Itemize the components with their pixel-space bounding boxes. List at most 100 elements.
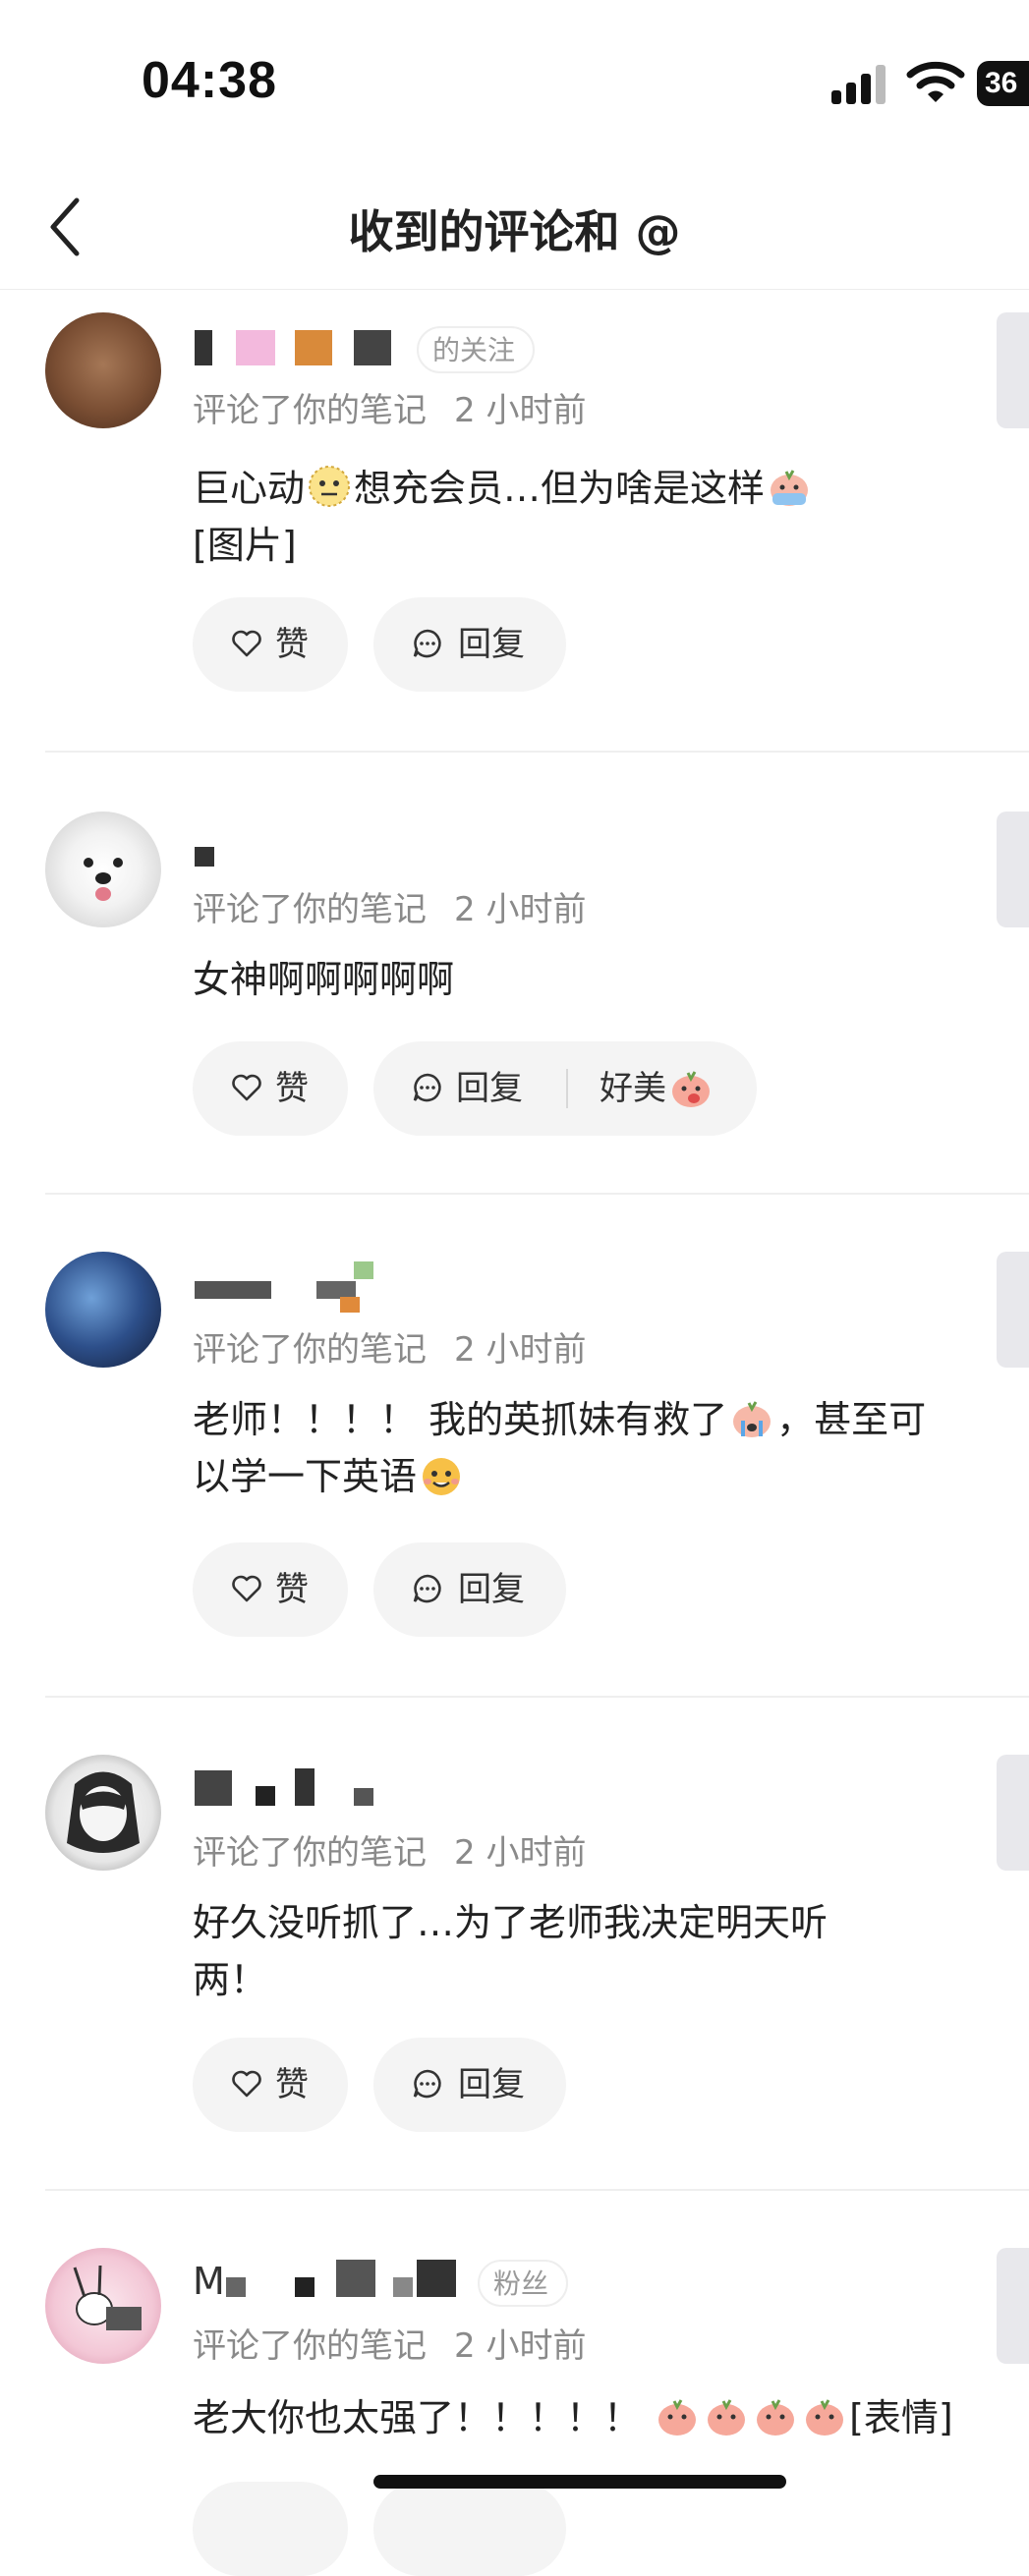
comment-meta: 评论了你的笔记 2 小时前 [193,1833,587,1873]
page-title: 收到的评论和 @ [348,205,681,258]
peach-emoji [658,2399,697,2436]
divider [566,1069,568,1108]
avatar[interactable] [45,812,161,927]
peach-emoji [708,2399,746,2436]
comment-text: 女神啊啊啊啊啊 [193,958,455,1001]
relation-tag: 粉丝 [478,2260,569,2307]
like-button[interactable] [193,2482,348,2576]
note-thumbnail[interactable] [997,312,1029,428]
comment-time: 2 小时前 [454,1833,587,1873]
cellular-signal-icon [831,63,886,104]
comment-text: 老师！！！！ 我的英抓妹有救了 ，甚至可以学一下英语 [193,1391,959,1505]
comment-meta: 评论了你的笔记 2 小时前 [193,1330,587,1370]
divider [45,1696,1029,1698]
meta-action: 评论了你的笔记 [193,391,427,430]
reply-button[interactable] [373,2482,566,2576]
name-pixel [295,2277,314,2297]
peach-emoji [672,1071,710,1107]
like-button[interactable]: 赞 [193,1041,348,1136]
avatar[interactable] [45,1252,161,1368]
comment-time: 2 小时前 [454,1330,587,1370]
divider [45,2189,1029,2191]
name-pixel [195,1281,271,1299]
user-name[interactable] [193,1261,684,1313]
sweat-smile-emoji [423,1458,461,1495]
comment-text: 巨心动 想充会员…但为啥是这样 [图片] [193,460,959,574]
heart-icon [232,1575,261,1602]
comment-time: 2 小时前 [454,2326,587,2366]
name-pixel [417,2260,456,2297]
reply-group: 回复 好美 [373,1041,757,1136]
reply-button[interactable]: 回复 [373,2038,566,2132]
name-pixel [340,1297,360,1313]
relation-tag: 的关注 [417,326,536,373]
chat-bubble-icon [413,2069,441,2099]
peach-emoji [806,2399,844,2436]
divider [45,1193,1029,1195]
avatar[interactable] [45,2248,161,2364]
chat-bubble-icon [413,629,441,658]
name-pixel [393,2277,413,2297]
like-button[interactable]: 赞 [193,597,348,692]
comment-item[interactable]: 评论了你的笔记 2 小时前 女神啊啊啊啊啊 赞 回复 好美 [0,812,1029,1193]
status-bar: 04:38 36 [0,0,1029,157]
name-pixel [295,1768,314,1806]
heart-icon [232,630,261,657]
comment-meta: 评论了你的笔记 2 小时前 [193,890,587,929]
comment-item[interactable]: 评论了你的笔记 2 小时前 老师！！！！ 我的英抓妹有救了 ，甚至可以学一下英语 赞… [0,1252,1029,1694]
nav-bar: 收到的评论和 @ [0,167,1029,290]
chat-bubble-icon [413,1073,441,1102]
name-pixel [354,330,391,365]
comment-time: 2 小时前 [454,890,587,929]
divider [45,751,1029,753]
name-pixel [236,330,275,365]
name-pixel [195,330,212,365]
note-thumbnail[interactable] [997,1755,1029,1871]
status-time: 04:38 [142,52,277,109]
comment-text: 好久没听抓了…为了老师我决定明天听两！ [193,1901,829,2001]
reply-button[interactable]: 回复 [373,597,566,692]
comment-item[interactable]: 评论了你的笔记 2 小时前 好久没听抓了…为了老师我决定明天听两！ 赞 回复 [0,1755,1029,2187]
dog-face-icon [84,858,123,901]
neutral-face-emoji [309,466,351,507]
comment-meta: 评论了你的笔记 2 小时前 [193,2326,587,2366]
heart-icon [232,2070,261,2098]
name-pixel [295,330,332,365]
chat-bubble-icon [413,1574,441,1603]
anime-character-icon [67,1771,140,1853]
user-name[interactable] [193,825,684,868]
name-initial: M [193,2260,225,2303]
heart-icon [232,1074,261,1101]
name-pixel [354,1788,373,1806]
user-name[interactable]: 的关注 [193,326,684,373]
reply-button[interactable]: 回复 [373,1041,566,1136]
user-name[interactable] [193,1768,684,1812]
home-indicator[interactable] [373,2475,786,2489]
wifi-icon [906,61,965,102]
peach-emoji [757,2399,795,2436]
avatar[interactable] [45,312,161,428]
name-pixel [354,1261,373,1279]
comment-text: 老大你也太强了！！！！！ [表情] [193,2389,999,2446]
crying-peach-emoji [771,470,809,506]
bunny-icon [73,2265,142,2330]
name-pixel [226,2277,246,2297]
comment-item[interactable]: 的关注 评论了你的笔记 2 小时前 巨心动 想充会员…但为啥是这样 [图片] 赞 回… [0,312,1029,751]
crying-peach-emoji [733,1401,772,1437]
battery-icon: 36 [977,61,1029,106]
like-button[interactable]: 赞 [193,2038,348,2132]
comment-time: 2 小时前 [454,391,587,430]
name-pixel [336,2260,375,2297]
note-thumbnail[interactable] [997,1252,1029,1368]
quick-reply-button[interactable]: 好美 [588,1041,757,1136]
name-pixel [195,847,214,867]
name-pixel [256,1786,275,1806]
comment-meta: 评论了你的笔记 2 小时前 [193,383,586,431]
reply-button[interactable]: 回复 [373,1542,566,1637]
user-name[interactable]: M 粉丝 [193,2260,684,2307]
note-thumbnail[interactable] [997,2248,1029,2364]
avatar[interactable] [45,1755,161,1871]
comment-item[interactable]: M 粉丝 评论了你的笔记 2 小时前 老大你也太强了！！！！！ [表情] [0,2248,1029,2576]
like-button[interactable]: 赞 [193,1542,348,1637]
note-thumbnail[interactable] [997,812,1029,927]
